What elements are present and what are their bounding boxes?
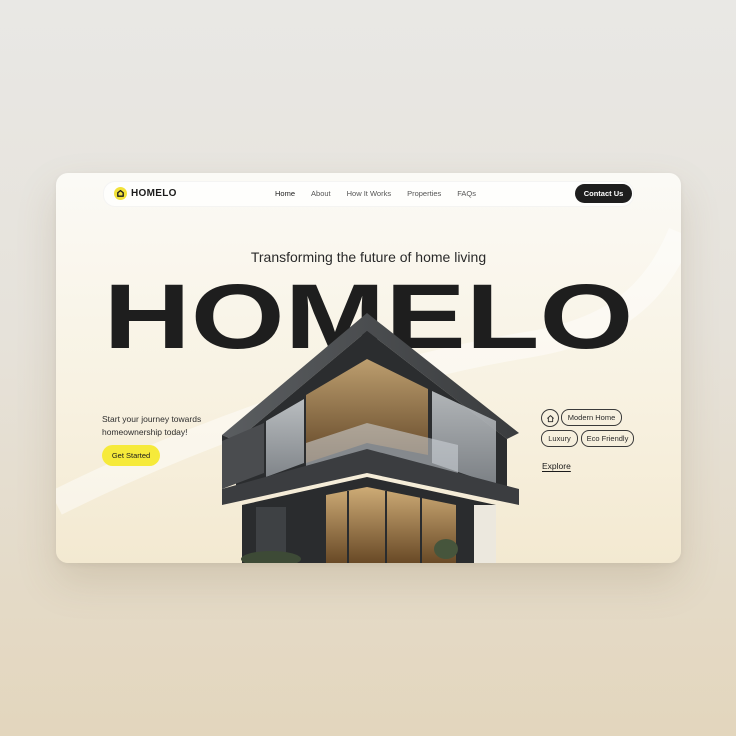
- house-outline-icon[interactable]: [541, 409, 559, 427]
- landing-page-card: HOMELO Home About How It Works Propertie…: [56, 173, 681, 563]
- modern-house-image: [222, 313, 519, 563]
- tag-eco-friendly[interactable]: Eco Friendly: [581, 430, 634, 447]
- tag-luxury[interactable]: Luxury: [541, 430, 578, 447]
- get-started-button[interactable]: Get Started: [102, 445, 160, 466]
- explore-link[interactable]: Explore: [542, 461, 571, 471]
- tag-modern-home[interactable]: Modern Home: [561, 409, 622, 426]
- journey-text: Start your journey towards homeownership…: [102, 414, 202, 437]
